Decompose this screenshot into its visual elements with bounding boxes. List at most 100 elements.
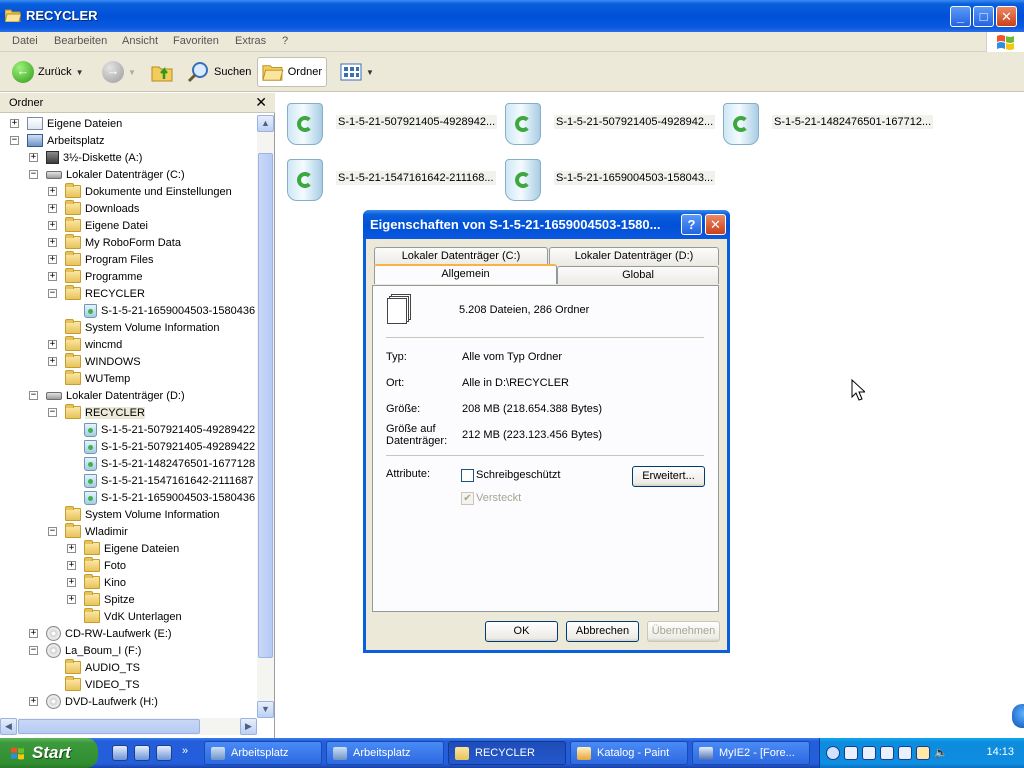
scroll-left-icon[interactable]: ◀ [0, 718, 17, 735]
dialog-title-bar[interactable]: Eigenschaften von S-1-5-21-1659004503-15… [363, 210, 730, 239]
expand-icon[interactable]: + [48, 272, 57, 281]
expand-icon[interactable]: + [29, 697, 38, 706]
tree-item[interactable]: + Eigene Datei [48, 217, 148, 234]
tree-item[interactable]: + CD-RW-Laufwerk (E:) [29, 625, 172, 642]
app-tray-icon[interactable] [898, 746, 912, 760]
tree-horizontal-scrollbar[interactable]: ◀ ▶ [0, 718, 257, 735]
quicklaunch-desktop-icon[interactable] [156, 745, 172, 761]
expand-icon[interactable]: + [67, 544, 76, 553]
app-tray-icon[interactable] [862, 746, 876, 760]
tree-item[interactable]: − Arbeitsplatz [10, 132, 104, 149]
tree-item[interactable]: WUTemp [48, 370, 130, 387]
advanced-button[interactable]: Erweitert... [632, 466, 705, 487]
tree-item[interactable]: + Program Files [48, 251, 153, 268]
expand-icon[interactable]: + [29, 153, 38, 162]
scroll-right-icon[interactable]: ▶ [240, 718, 257, 735]
tree-item[interactable]: S-1-5-21-1659004503-1580436 [67, 489, 255, 506]
tab-drive-c[interactable]: Lokaler Datenträger (C:) [374, 247, 548, 265]
expand-icon[interactable]: + [48, 340, 57, 349]
tree-item[interactable]: − Lokaler Datenträger (C:) [29, 166, 185, 183]
collapse-icon[interactable]: − [10, 136, 19, 145]
tree-item[interactable]: S-1-5-21-1547161642-2111687 [67, 472, 254, 489]
readonly-checkbox[interactable] [461, 469, 474, 482]
folders-button[interactable]: Ordner [257, 57, 327, 87]
expand-icon[interactable]: + [67, 595, 76, 604]
tree-item[interactable]: S-1-5-21-1482476501-1677128 [67, 455, 255, 472]
monitor-tray-icon[interactable] [880, 746, 894, 760]
collapse-icon[interactable]: − [29, 646, 38, 655]
expand-icon[interactable]: + [48, 255, 57, 264]
minimize-button[interactable]: _ [950, 6, 971, 27]
collapse-icon[interactable]: − [48, 408, 57, 417]
task-paint[interactable]: Katalog - Paint [570, 741, 688, 765]
menu-ansicht[interactable]: Ansicht [122, 35, 158, 47]
tree-item[interactable]: − Lokaler Datenträger (D:) [29, 387, 185, 404]
menu-bearbeiten[interactable]: Bearbeiten [54, 35, 107, 47]
tab-drive-d[interactable]: Lokaler Datenträger (D:) [549, 247, 719, 265]
tree-item[interactable]: + Eigene Dateien [10, 115, 122, 132]
window-title-bar[interactable]: RECYCLER _ □ ✕ [0, 0, 1024, 32]
tree-item[interactable]: S-1-5-21-507921405-49289422 [67, 438, 255, 455]
quicklaunch-ie-icon[interactable] [112, 745, 128, 761]
tree-item[interactable]: VIDEO_TS [48, 676, 139, 693]
recycle-bin-item[interactable]: S-1-5-21-1659004503-158043... [500, 153, 716, 203]
tree-item[interactable]: + DVD-Laufwerk (H:) [29, 693, 158, 710]
tree-item[interactable]: + Eigene Dateien [67, 540, 179, 557]
dialog-close-button[interactable]: ✕ [705, 214, 726, 235]
expand-icon[interactable]: + [10, 119, 19, 128]
tree-item[interactable]: − Wladimir [48, 523, 128, 540]
tree-item[interactable]: + Spitze [67, 591, 135, 608]
quicklaunch-overflow-icon[interactable]: » [182, 745, 196, 761]
expand-icon[interactable]: + [48, 204, 57, 213]
scroll-down-icon[interactable]: ▼ [257, 701, 274, 718]
help-button[interactable]: ? [681, 214, 702, 235]
task-arbeitsplatz-2[interactable]: Arbeitsplatz [326, 741, 444, 765]
scroll-thumb[interactable] [18, 719, 200, 734]
quicklaunch-app-icon[interactable] [134, 745, 150, 761]
recycle-bin-item[interactable]: S-1-5-21-507921405-4928942... [282, 97, 498, 147]
recycle-bin-item[interactable]: S-1-5-21-1547161642-211168... [282, 153, 496, 203]
forward-button[interactable]: → ▼ [98, 57, 140, 87]
volume-tray-icon[interactable]: 🔈 [934, 746, 948, 760]
menu-datei[interactable]: Datei [12, 35, 38, 47]
maximize-button[interactable]: □ [973, 6, 994, 27]
collapse-icon[interactable]: − [48, 527, 57, 536]
expand-icon[interactable]: + [48, 238, 57, 247]
collapse-icon[interactable]: − [48, 289, 57, 298]
expand-icon[interactable]: + [48, 221, 57, 230]
expand-icon[interactable]: + [48, 357, 57, 366]
tree-item[interactable]: + wincmd [48, 336, 122, 353]
tree-item[interactable]: − RECYCLER [48, 404, 145, 421]
tree-item[interactable]: + Dokumente und Einstellungen [48, 183, 232, 200]
search-button[interactable]: Suchen [182, 57, 255, 87]
close-pane-icon[interactable]: ✕ [255, 94, 267, 111]
start-button[interactable]: Start [0, 738, 98, 768]
tree-item[interactable]: AUDIO_TS [48, 659, 140, 676]
tree-item[interactable]: System Volume Information [48, 319, 220, 336]
tab-global[interactable]: Global [557, 266, 719, 284]
scroll-up-icon[interactable]: ▲ [257, 115, 274, 132]
tree-item[interactable]: +3½-Diskette (A:) [29, 149, 142, 166]
collapse-icon[interactable]: − [29, 170, 38, 179]
up-folder-button[interactable] [146, 57, 178, 87]
scroll-thumb[interactable] [258, 153, 273, 658]
eye-tray-icon[interactable] [844, 746, 858, 760]
tree-item[interactable]: + Kino [67, 574, 126, 591]
tree-item[interactable]: S-1-5-21-1659004503-1580436 [67, 302, 255, 319]
tree-item[interactable]: System Volume Information [48, 506, 220, 523]
tree-item[interactable]: + Foto [67, 557, 126, 574]
expand-icon[interactable]: + [67, 561, 76, 570]
ok-button[interactable]: OK [485, 621, 558, 642]
expand-icon[interactable]: + [48, 187, 57, 196]
task-arbeitsplatz-1[interactable]: Arbeitsplatz [204, 741, 322, 765]
back-button[interactable]: ← Zurück ▼ [8, 57, 88, 87]
folder-tray-icon[interactable] [916, 746, 930, 760]
menu-extras[interactable]: Extras [235, 35, 266, 47]
close-button[interactable]: ✕ [996, 6, 1017, 27]
recycle-bin-item[interactable]: S-1-5-21-507921405-4928942... [500, 97, 716, 147]
tree-item[interactable]: S-1-5-21-507921405-49289422 [67, 421, 255, 438]
tree-vertical-scrollbar[interactable]: ▲ ▼ [257, 115, 274, 718]
back-tray-icon[interactable] [826, 746, 840, 760]
tree-item[interactable]: + Programme [48, 268, 142, 285]
recycle-bin-item[interactable]: S-1-5-21-1482476501-167712... [718, 97, 934, 147]
